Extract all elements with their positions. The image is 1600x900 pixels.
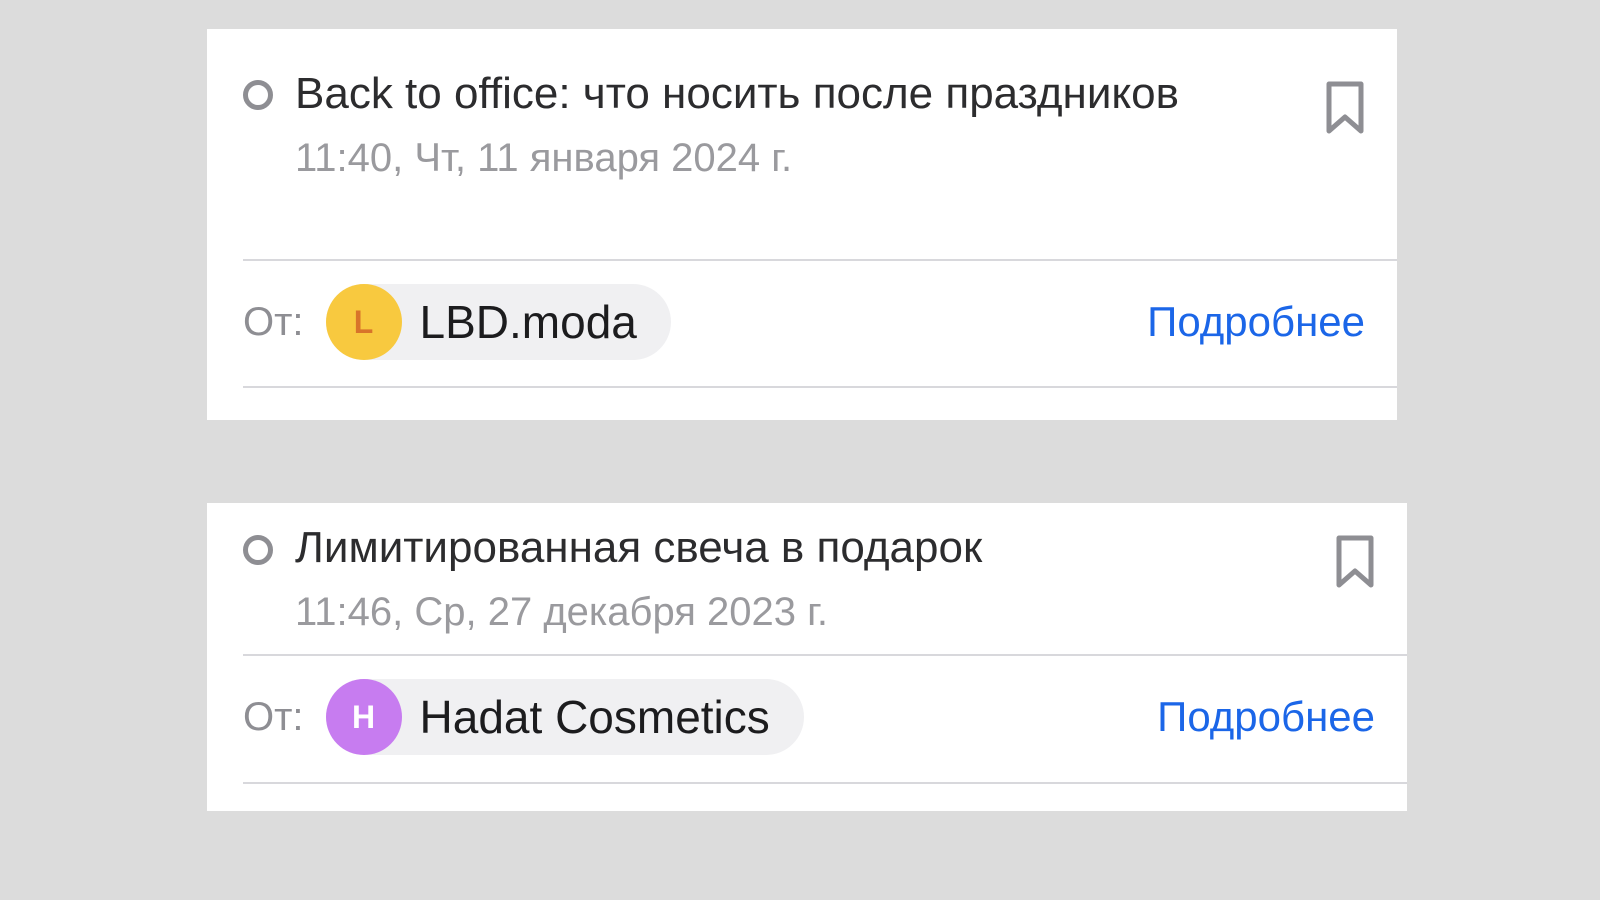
sender-row: От: H Hadat Cosmetics Подробнее — [243, 679, 1375, 755]
sender-name: LBD.moda — [419, 296, 637, 348]
divider — [243, 386, 1397, 388]
divider — [243, 782, 1407, 784]
message-timestamp: 11:40, Чт, 11 января 2024 г. — [295, 136, 793, 180]
bookmark-icon[interactable] — [1325, 81, 1365, 135]
divider — [243, 654, 1407, 656]
from-label: От: — [243, 299, 304, 344]
sender-row: От: L LBD.moda Подробнее — [243, 284, 1365, 360]
message-card-2: Лимитированная свеча в подарок 11:46, Ср… — [207, 503, 1407, 811]
message-card-1: Back to office: что носить после праздни… — [207, 29, 1397, 420]
unread-status-icon[interactable] — [243, 80, 273, 110]
sender-name: Hadat Cosmetics — [419, 691, 770, 743]
message-subject: Лимитированная свеча в подарок — [295, 523, 983, 572]
divider — [243, 259, 1397, 261]
details-link[interactable]: Подробнее — [1147, 298, 1365, 346]
sender-chip[interactable]: L LBD.moda — [325, 284, 671, 360]
message-header: Лимитированная свеча в подарок 11:46, Ср… — [207, 503, 1407, 659]
sender-chip[interactable]: H Hadat Cosmetics — [325, 679, 804, 755]
details-link[interactable]: Подробнее — [1157, 693, 1375, 741]
message-subject: Back to office: что носить после праздни… — [295, 69, 1179, 118]
unread-status-icon[interactable] — [243, 535, 273, 565]
message-header: Back to office: что носить после праздни… — [207, 29, 1397, 265]
avatar: H — [325, 679, 402, 755]
message-timestamp: 11:46, Ср, 27 декабря 2023 г. — [295, 590, 828, 634]
from-label: От: — [243, 694, 304, 739]
avatar: L — [325, 284, 402, 360]
bookmark-icon[interactable] — [1335, 535, 1375, 589]
